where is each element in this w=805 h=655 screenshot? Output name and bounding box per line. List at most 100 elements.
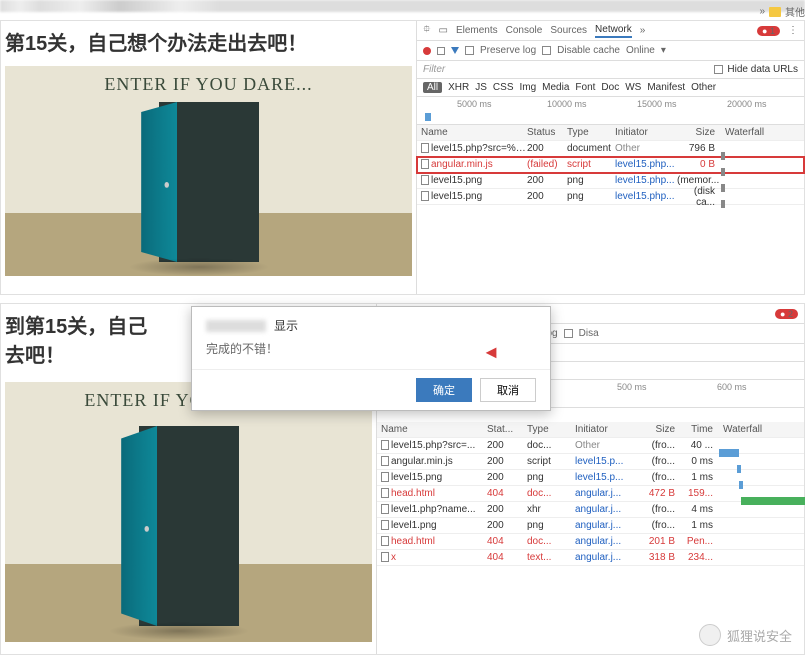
page-heading: 第15关，自己想个办法走出去吧！ bbox=[1, 21, 416, 62]
col-name[interactable]: Name bbox=[377, 424, 487, 435]
devtools-toolbar: Preserve log Disable cache Online ▾ bbox=[417, 41, 804, 61]
network-row[interactable]: level1.php?name...200xhrangular.j...(fro… bbox=[377, 502, 804, 518]
filter-icon[interactable] bbox=[451, 47, 459, 54]
network-header-bottom: Name Stat... Type Initiator Size Time Wa… bbox=[377, 422, 804, 438]
tab-console[interactable]: Console bbox=[506, 25, 543, 36]
folder-icon bbox=[769, 7, 781, 17]
door-knob bbox=[144, 526, 149, 532]
col-size[interactable]: Size bbox=[677, 127, 719, 138]
door-frame bbox=[159, 102, 259, 262]
alert-show-label: 显示 bbox=[274, 317, 298, 334]
inspect-icon[interactable]: ⯐ bbox=[423, 22, 431, 39]
err-count: 1 bbox=[770, 26, 775, 36]
disable-checkbox[interactable] bbox=[564, 329, 573, 338]
hide-urls-checkbox[interactable] bbox=[714, 65, 723, 74]
type-media[interactable]: Media bbox=[542, 82, 569, 93]
type-js[interactable]: JS bbox=[475, 82, 487, 93]
door-knob bbox=[164, 182, 169, 188]
tab-more[interactable]: » bbox=[640, 25, 646, 36]
clear-icon[interactable] bbox=[437, 47, 445, 55]
col-name[interactable]: Name bbox=[417, 127, 527, 138]
tick: 600 ms bbox=[717, 382, 747, 392]
door-shadow bbox=[109, 622, 249, 640]
tab-sources[interactable]: Sources bbox=[550, 25, 587, 36]
col-type[interactable]: Type bbox=[527, 424, 575, 435]
preserve-checkbox[interactable] bbox=[465, 46, 474, 55]
alert-message: 完成的不错！ bbox=[206, 342, 278, 356]
network-rows: level15.php?src=%27level...200documentOt… bbox=[417, 141, 804, 205]
col-size[interactable]: Size bbox=[637, 424, 679, 435]
alert-ok-button[interactable]: 确定 bbox=[416, 378, 472, 402]
hide-urls-label: Hide data URLs bbox=[727, 64, 798, 75]
browser-tab-blur bbox=[0, 0, 805, 12]
type-doc[interactable]: Doc bbox=[601, 82, 619, 93]
alert-header: 显示 bbox=[192, 307, 550, 338]
network-row[interactable]: level1.png200pngangular.j...(fro...1 ms bbox=[377, 518, 804, 534]
alert-cancel-button[interactable]: 取消 bbox=[480, 378, 536, 402]
error-badge[interactable]: ● 2 bbox=[775, 309, 798, 319]
type-font[interactable]: Font bbox=[575, 82, 595, 93]
disable-label: Disa bbox=[579, 328, 599, 339]
type-manifest[interactable]: Manifest bbox=[647, 82, 685, 93]
watermark-text: 狐狸说安全 bbox=[727, 626, 792, 645]
type-all[interactable]: All bbox=[423, 82, 442, 93]
devtools-top: ⯐ ▭ Elements Console Sources Network » ●… bbox=[416, 21, 804, 294]
error-badge[interactable]: ● 1 bbox=[757, 26, 780, 36]
col-waterfall[interactable]: Waterfall bbox=[719, 127, 804, 138]
disable-checkbox[interactable] bbox=[542, 46, 551, 55]
timeline-bar bbox=[425, 113, 431, 121]
dropdown-icon[interactable]: ▾ bbox=[661, 45, 666, 56]
network-row[interactable]: head.html404doc...angular.j...201 BPen..… bbox=[377, 534, 804, 550]
type-filters: All XHR JS CSS Img Media Font Doc WS Man… bbox=[417, 79, 804, 97]
network-row[interactable]: level15.php?src=%27level...200documentOt… bbox=[417, 141, 804, 157]
door-frame bbox=[139, 426, 239, 626]
door-scene-bottom: ENTER IF YOU DARE... bbox=[5, 382, 372, 642]
err-count: 2 bbox=[788, 309, 793, 319]
enter-text: ENTER IF YOU DARE... bbox=[5, 74, 412, 95]
bookmark-label: 其他 bbox=[785, 4, 805, 19]
online-select[interactable]: Online bbox=[626, 45, 655, 56]
network-row[interactable]: x404text...angular.j...318 B234... bbox=[377, 550, 804, 566]
type-xhr[interactable]: XHR bbox=[448, 82, 469, 93]
col-initiator[interactable]: Initiator bbox=[615, 127, 677, 138]
chevrons: » bbox=[759, 6, 765, 17]
col-waterfall[interactable]: Waterfall bbox=[717, 424, 804, 435]
door-shadow bbox=[129, 258, 269, 276]
disable-label: Disable cache bbox=[557, 45, 620, 56]
page-left: 第15关，自己想个办法走出去吧！ ENTER IF YOU DARE... bbox=[1, 21, 416, 294]
timeline[interactable]: 5000 ms 10000 ms 15000 ms 20000 ms bbox=[417, 97, 804, 125]
col-initiator[interactable]: Initiator bbox=[575, 424, 637, 435]
tick: 15000 ms bbox=[637, 99, 677, 109]
network-row[interactable]: level15.php?src=...200doc...Other(fro...… bbox=[377, 438, 804, 454]
filter-input[interactable]: Filter bbox=[423, 64, 445, 75]
col-type[interactable]: Type bbox=[567, 127, 615, 138]
network-row[interactable]: level15.png200pnglevel15.php...(disk ca.… bbox=[417, 189, 804, 205]
network-row[interactable]: angular.min.js(failed)scriptlevel15.php.… bbox=[417, 157, 804, 173]
js-alert-dialog: 显示 完成的不错！ ◄ 确定 取消 bbox=[191, 306, 551, 411]
record-icon[interactable] bbox=[423, 47, 431, 55]
type-img[interactable]: Img bbox=[519, 82, 536, 93]
type-ws[interactable]: WS bbox=[625, 82, 641, 93]
col-status[interactable]: Stat... bbox=[487, 424, 527, 435]
alert-body: 完成的不错！ ◄ bbox=[192, 338, 550, 369]
network-row[interactable]: ↘angular.min.js200scriptlevel15.p...(fro… bbox=[377, 454, 804, 470]
col-time[interactable]: Time bbox=[679, 424, 717, 435]
tick: 10000 ms bbox=[547, 99, 587, 109]
door-scene: ENTER IF YOU DARE... bbox=[5, 66, 412, 276]
type-css[interactable]: CSS bbox=[493, 82, 514, 93]
col-status[interactable]: Status bbox=[527, 127, 567, 138]
type-other[interactable]: Other bbox=[691, 82, 716, 93]
settings-icon[interactable]: ⋮ bbox=[788, 25, 798, 36]
network-row[interactable]: level15.png200pnglevel15.php...(memor... bbox=[417, 173, 804, 189]
device-icon[interactable]: ▭ bbox=[439, 25, 448, 36]
alert-host-blurred bbox=[206, 320, 266, 332]
tick: 20000 ms bbox=[727, 99, 767, 109]
preserve-label: Preserve log bbox=[480, 45, 536, 56]
filter-row: Filter Hide data URLs bbox=[417, 61, 804, 79]
devtools-tabs: ⯐ ▭ Elements Console Sources Network » ●… bbox=[417, 21, 804, 41]
tab-network[interactable]: Network bbox=[595, 24, 632, 38]
network-rows-bottom: level15.php?src=...200doc...Other(fro...… bbox=[377, 438, 804, 566]
network-header: Name Status Type Initiator Size Waterfal… bbox=[417, 125, 804, 141]
tab-elements[interactable]: Elements bbox=[456, 25, 498, 36]
red-arrow-icon: ◄ bbox=[482, 342, 500, 363]
